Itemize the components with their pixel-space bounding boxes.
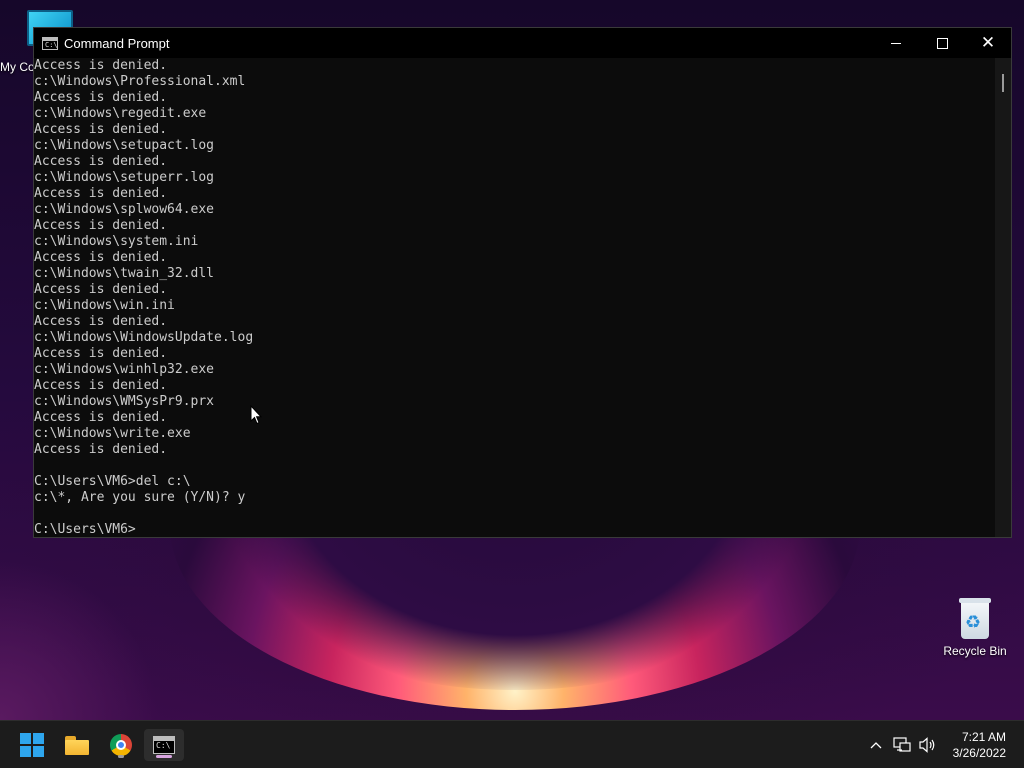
window-controls: ✕ — [873, 28, 1011, 58]
minimize-icon — [891, 42, 901, 44]
title-bar[interactable]: C:\ Command Prompt ✕ — [34, 28, 1011, 58]
clock-date: 3/26/2022 — [952, 746, 1006, 760]
command-prompt-window[interactable]: C:\ Command Prompt ✕ Access is denied. c… — [33, 27, 1012, 538]
recycle-bin-icon: ♻ — [957, 598, 993, 640]
system-tray: 7:21 AM 3/26/2022 — [865, 721, 1024, 768]
show-hidden-icons-button[interactable] — [865, 734, 887, 756]
desktop-icon-label: Recycle Bin — [943, 644, 1007, 658]
console-output[interactable]: Access is denied. c:\Windows\Professiona… — [34, 58, 996, 537]
taskbar-chrome[interactable] — [101, 729, 141, 761]
network-button[interactable] — [891, 734, 913, 756]
folder-icon — [65, 736, 89, 755]
chevron-up-icon — [870, 742, 882, 749]
volume-button[interactable] — [917, 734, 939, 756]
clock-time: 7:21 AM — [961, 730, 1006, 744]
vertical-scrollbar[interactable] — [995, 58, 1011, 537]
maximize-button[interactable] — [919, 28, 965, 58]
console-text: Access is denied. c:\Windows\Professiona… — [34, 58, 254, 537]
active-indicator — [156, 755, 172, 758]
scrollbar-thumb[interactable] — [1002, 74, 1004, 92]
close-icon: ✕ — [980, 32, 996, 53]
running-indicator — [118, 755, 124, 758]
minimize-button[interactable] — [873, 28, 919, 58]
close-button[interactable]: ✕ — [965, 28, 1011, 58]
chrome-icon — [110, 734, 132, 756]
desktop-icon-recycle-bin[interactable]: ♻ Recycle Bin — [935, 598, 1015, 658]
network-icon — [893, 737, 911, 752]
taskbar-command-prompt[interactable]: C:\ — [144, 729, 184, 761]
taskbar-start-button[interactable] — [12, 729, 52, 761]
taskbar: C:\ 7:21 AM 3/26/2022 — [0, 720, 1024, 768]
terminal-icon: C:\ — [42, 36, 58, 50]
terminal-icon: C:\ — [153, 736, 175, 754]
window-title: Command Prompt — [64, 35, 170, 51]
windows-start-icon — [20, 733, 44, 757]
clock[interactable]: 7:21 AM 3/26/2022 — [953, 729, 1006, 761]
desktop-icon-label: My Co — [0, 60, 35, 74]
wallpaper-glow — [0, 560, 160, 720]
volume-icon — [919, 737, 934, 753]
maximize-icon — [936, 37, 948, 49]
taskbar-file-explorer[interactable] — [57, 729, 97, 761]
